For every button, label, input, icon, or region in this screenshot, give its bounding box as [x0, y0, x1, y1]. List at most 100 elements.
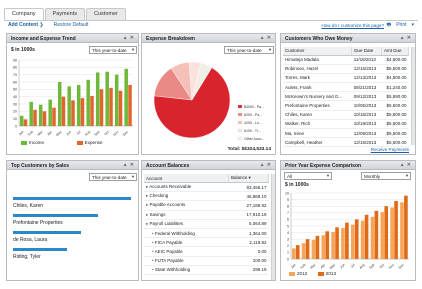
table-row[interactable]: ▸ Checking 46,969.10	[144, 191, 269, 202]
table-row[interactable]: ▸ Payroll Liabilities 5,064.89	[144, 219, 269, 229]
account-cell: • State Withholding	[144, 265, 229, 275]
y-tick-label: 70	[13, 73, 17, 77]
table-row[interactable]: • State Withholding 299.19	[144, 265, 269, 275]
bar-income-oct	[105, 71, 109, 126]
customer-bar[interactable]	[13, 197, 131, 200]
period-select[interactable]: This year-to-date ▼	[224, 46, 274, 54]
table-row[interactable]: • Federal Withholding 1,364.00	[144, 228, 269, 239]
column-header-customer[interactable]: Customer	[283, 47, 353, 56]
customer-bar[interactable]	[13, 248, 68, 251]
period-select[interactable]: This year-to-date ▼	[89, 46, 137, 54]
y-tick-label: 6	[287, 218, 289, 222]
expand-arrow-icon[interactable]: ▸	[146, 184, 149, 189]
bar-2013-mar	[315, 235, 320, 259]
table-row[interactable]: Aulets, Frank 08/21/2013 $1,240.00	[283, 82, 409, 93]
y-tick-label: 3	[287, 238, 289, 242]
add-content-link[interactable]: Add Content ❯	[8, 22, 44, 28]
table-row[interactable]: Torres, Mark 12/13/2013 $4,500.00	[283, 73, 409, 84]
table-row[interactable]: Ma, Irene 12/09/2013 $5,500.00	[283, 128, 409, 139]
expand-arrow-icon[interactable]: ▸	[146, 193, 150, 198]
y-tick-label: 0	[287, 257, 289, 261]
frequency-select[interactable]: Monthly ▼	[361, 172, 411, 180]
filter-select[interactable]: All ▼	[284, 172, 332, 180]
table-row[interactable]: Chiles, Karen 10/15/2013 $5,500.00	[283, 110, 409, 120]
receive-payments-link[interactable]: Receive Payments	[371, 147, 409, 152]
legend-swatch	[237, 136, 243, 141]
balance-cell: 100.00	[228, 256, 269, 266]
tab-company[interactable]: Company	[4, 8, 44, 20]
top-customers-chart: Chiles, Karen Prefontaine Properties de Ro…	[13, 197, 131, 265]
balance-cell: 46,969.10	[228, 191, 269, 202]
bar-income-nov	[114, 74, 119, 126]
expand-arrow-icon[interactable]: ▸	[146, 202, 150, 207]
print-icon[interactable]: 🖶	[386, 22, 391, 30]
print-link[interactable]: Print	[396, 22, 406, 30]
table-row[interactable]: McKeown's Nursery and G... 09/12/2013 $5,8…	[283, 91, 409, 102]
table-row[interactable]: ▸ Accounts Receivable 93,456.17	[144, 182, 269, 193]
expand-arrow-icon[interactable]: ▸	[146, 221, 150, 226]
table-row[interactable]: • AEIC Payable 0.00	[144, 246, 269, 257]
due-date-cell: 10/19/2013	[351, 119, 382, 130]
table-row[interactable]: • FICA Payable 2,118.82	[144, 237, 269, 248]
customize-help-link[interactable]: How do I customize this page?	[321, 23, 384, 28]
table-row[interactable]: Campbell, Heather 12/15/2013 $5,500.00	[283, 137, 409, 148]
period-select[interactable]: This year-to-date ▼	[89, 173, 137, 181]
tab-payments[interactable]: Payments	[44, 8, 86, 20]
account-cell: • Federal Withholding	[144, 228, 229, 239]
bar-2013-sep	[374, 210, 379, 259]
x-tick-label: Mar	[37, 129, 44, 136]
legend-swatch-2013	[317, 271, 324, 276]
panel-controls-icon[interactable]: ▴ ✕	[124, 35, 135, 41]
column-header-balance[interactable]: Balance ▾	[228, 174, 269, 183]
amount-cell: $5,500.00	[381, 110, 409, 120]
x-tick-label: Jan	[18, 130, 25, 136]
column-header-due-date[interactable]: Due Date	[351, 47, 382, 56]
x-tick-label: Apr	[320, 262, 327, 269]
table-row[interactable]: • FUTA Payable 100.00	[144, 256, 269, 266]
x-tick-label: Feb	[27, 130, 34, 136]
customer-bar[interactable]	[13, 231, 82, 234]
tab-customer[interactable]: Customer	[86, 8, 126, 20]
legend-swatch-2012	[289, 271, 295, 276]
panel-controls-icon[interactable]: ▴ ✕	[124, 162, 135, 168]
scrollbar[interactable]	[411, 47, 415, 145]
bar-2013-jun	[345, 222, 349, 259]
restore-default-link[interactable]: Restore Default	[54, 22, 89, 28]
x-tick-label: Mar	[309, 262, 316, 269]
column-header-account[interactable]: Account	[144, 174, 229, 183]
panel-title: Income and Expense Trend	[11, 36, 76, 42]
settings-icon[interactable]: ▾	[411, 22, 414, 30]
y-tick-label: 2	[287, 244, 289, 248]
table-row[interactable]: Himateja Madala 11/18/2013 $4,500.00	[283, 55, 409, 65]
table-row[interactable]: Walker, Rich 10/19/2013 $5,500.00	[283, 119, 409, 130]
y-tick-label: 10	[13, 117, 17, 121]
bar-expense-aug	[90, 95, 94, 126]
table-row[interactable]: Robinson, Hazel 12/15/2013 $5,500.00	[283, 64, 409, 74]
panel-controls-icon[interactable]: ▴ ✕	[401, 35, 412, 41]
panel-header: Top Customers by Sales ▴ ✕	[7, 161, 138, 170]
table-row[interactable]: ▸ Payable Accounts 27,189.92	[144, 200, 269, 211]
due-date-cell: 12/15/2013	[351, 64, 382, 74]
bar-2012-oct	[380, 212, 385, 259]
x-tick-label: Feb	[300, 263, 307, 269]
table-row[interactable]: ▸ Savings 17,910.19	[144, 210, 269, 220]
bar-expense-jul	[80, 98, 85, 126]
due-date-cell: 12/09/2013	[351, 128, 382, 139]
panel-controls-icon[interactable]: ▴ ✕	[261, 162, 272, 168]
scrollbar[interactable]	[271, 174, 275, 280]
panel-controls-icon[interactable]: ▴ ✕	[401, 162, 412, 168]
customer-bar[interactable]	[13, 214, 98, 217]
y-tick-label: 4	[287, 231, 289, 235]
bar-expense-dec	[128, 84, 132, 126]
panel-title: Account Balances	[146, 163, 190, 169]
chevron-down-icon: ▼	[405, 173, 409, 178]
customer-label: de Rosa, Laura	[13, 237, 48, 243]
bar-expense-may	[61, 96, 66, 126]
column-header-amt-due[interactable]: Amt Due	[381, 47, 410, 56]
bar-2012-aug	[360, 220, 365, 259]
table-row[interactable]: Prefontaine Properties 10/05/2013 $5,500.0…	[283, 100, 409, 111]
due-date-cell: 08/21/2013	[351, 82, 382, 93]
panel-controls-icon[interactable]: ▴ ✕	[261, 35, 272, 41]
expand-arrow-icon[interactable]: ▸	[146, 212, 150, 217]
bar-2012-mar	[311, 239, 316, 259]
